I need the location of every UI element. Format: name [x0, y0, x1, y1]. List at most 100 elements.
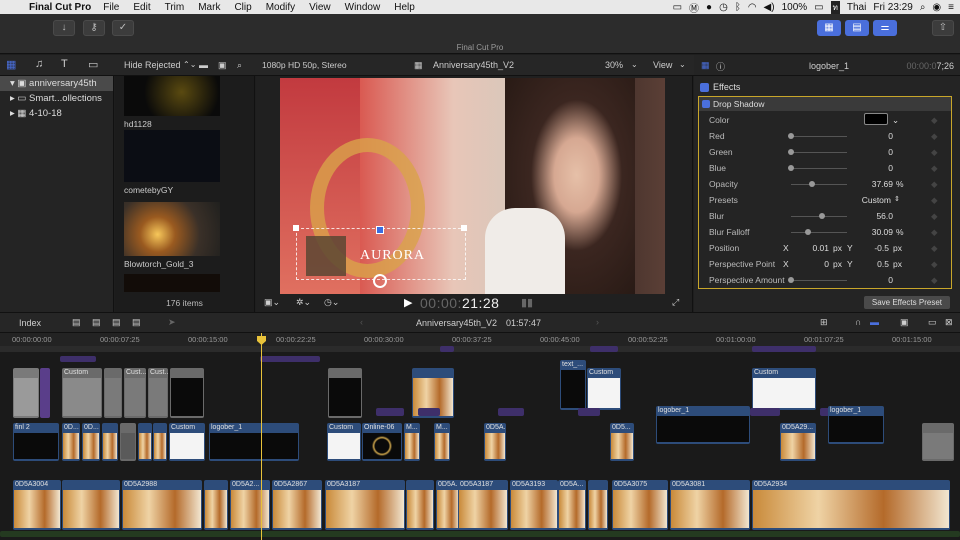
slider-knob[interactable] [788, 277, 794, 283]
notification-center-icon[interactable]: ≡ [948, 2, 954, 13]
timeline-clip[interactable] [153, 423, 167, 461]
timeline-clip[interactable]: M... [434, 423, 450, 461]
param-slider[interactable] [788, 165, 847, 171]
video-inspector-icon[interactable]: ▦ [701, 60, 710, 71]
timeline-clip[interactable] [170, 368, 204, 418]
param-slider[interactable] [788, 149, 847, 155]
menu-window[interactable]: Window [345, 2, 381, 13]
timeline-clip[interactable]: 0D5A3187 [325, 480, 405, 530]
browser-clip[interactable]: cometebyGY [124, 130, 220, 195]
photos-audio-icon[interactable]: ♫ [35, 58, 43, 70]
keywords-button[interactable]: ⚷ [83, 20, 105, 36]
battery-percent[interactable]: 100% [782, 2, 808, 13]
timeline-clip[interactable] [104, 368, 122, 418]
overwrite-clip-icon[interactable]: ▤ [132, 317, 141, 328]
timeline-clip[interactable]: 0D5A... [484, 423, 506, 461]
anchor-point-icon[interactable] [373, 274, 387, 288]
show-inspector-toggle[interactable]: ⚌ [873, 20, 897, 36]
timeline-clip[interactable] [328, 368, 362, 418]
storyline-bar[interactable] [752, 346, 816, 352]
timeline-clip[interactable]: 0D5A... [436, 480, 460, 530]
title-bar[interactable] [418, 408, 440, 416]
timeline-clip[interactable]: 0D5A29... [780, 423, 816, 461]
wifi-icon[interactable]: ◠ [748, 2, 757, 13]
timeline-clip[interactable] [13, 368, 39, 418]
libraries-icon[interactable]: ▦ [6, 58, 16, 71]
clip-appearance-icon[interactable]: ▣ [218, 60, 227, 71]
param-value-field[interactable]: 0 [849, 275, 893, 285]
timeline-clip[interactable]: 0D... [62, 423, 80, 461]
storyline-bar[interactable] [260, 356, 320, 362]
clip-thumbnail[interactable] [124, 76, 220, 116]
transform-handle[interactable] [293, 225, 299, 231]
skimming-icon[interactable]: ▬ [870, 317, 879, 327]
display-icon[interactable]: ▭ [673, 2, 682, 13]
search-icon[interactable]: ⌕ [237, 60, 242, 71]
library-item[interactable]: ▾ ▣ anniversary45th [0, 76, 113, 91]
title-bar[interactable] [578, 408, 600, 416]
timeline-clip[interactable]: 0D5A2867 [272, 480, 322, 530]
param-x-field[interactable]: 0.01 [799, 243, 829, 253]
input-source-icon[interactable]: ท [830, 0, 840, 14]
timeline-clip[interactable]: Custom [169, 423, 205, 461]
timeline-clip[interactable]: finl 2 [13, 423, 59, 461]
timeline-clip[interactable]: 0D5A... [558, 480, 586, 530]
show-timeline-toggle[interactable]: ▤ [845, 20, 869, 36]
share-button[interactable]: ⇧ [932, 20, 954, 36]
timeline-clip[interactable] [40, 368, 50, 418]
line-icon[interactable]: ● [706, 2, 712, 13]
clip-thumbnail[interactable] [124, 202, 220, 256]
timeline-clip[interactable]: Online-06 [362, 423, 402, 461]
timeline-clip[interactable] [588, 480, 608, 530]
browser-clip[interactable]: Blowtorch_Gold_3 [124, 202, 220, 269]
save-effects-preset-button[interactable]: Save Effects Preset [863, 296, 950, 309]
snapping-icon[interactable]: ⊞ [820, 317, 828, 328]
timeline-clip[interactable]: 0D... [82, 423, 100, 461]
timeline-clip[interactable]: 0D5A3187 [458, 480, 508, 530]
select-tool-icon[interactable]: ➤ [168, 317, 176, 328]
time-machine-icon[interactable]: ◷ [719, 2, 728, 13]
param-slider[interactable] [788, 133, 847, 139]
param-slider[interactable] [791, 213, 847, 219]
timeline-clip[interactable] [62, 480, 120, 530]
param-slider[interactable] [791, 229, 847, 235]
menu-view[interactable]: View [309, 2, 331, 13]
zoom-dropdown[interactable]: 30% [605, 60, 623, 70]
titles-generators-icon[interactable]: T [61, 58, 68, 70]
timeline-clip[interactable]: 0D5A2934 [752, 480, 950, 530]
storyline-bar[interactable] [60, 356, 96, 362]
clock[interactable]: Fri 23:29 [873, 2, 912, 13]
menu-edit[interactable]: Edit [133, 2, 150, 13]
clip-thumbnail[interactable] [124, 274, 220, 292]
param-value-field[interactable]: 56.0 [849, 211, 893, 221]
menu-mark[interactable]: Mark [198, 2, 220, 13]
effect-checkbox[interactable] [702, 100, 710, 108]
background-tasks-button[interactable]: ✓ [112, 20, 134, 36]
timeline-clip[interactable]: 0D5A3004 [13, 480, 61, 530]
audio-track[interactable] [0, 531, 960, 537]
timeline-clip[interactable]: 0D5A2... [230, 480, 270, 530]
playhead[interactable] [261, 333, 262, 540]
timeline-clip[interactable]: 0D5... [610, 423, 634, 461]
timeline-clip[interactable] [138, 423, 152, 461]
speed-icon[interactable]: ◷⌄ [324, 297, 339, 308]
bluetooth-icon[interactable]: ᛒ [735, 2, 741, 13]
slider-knob[interactable] [788, 149, 794, 155]
transform-handle[interactable] [461, 225, 467, 231]
timeline-clip[interactable]: 0D5A3081 [670, 480, 750, 530]
timeline-clip[interactable]: Cust... [148, 368, 168, 418]
storyline-bar[interactable] [440, 346, 454, 352]
transform-tool-icon[interactable]: ▣⌄ [264, 297, 280, 308]
timeline-ruler[interactable]: 00:00:00:00 00:00:07:25 00:00:15:00 00:00:2… [0, 333, 960, 346]
timeline-clip[interactable] [922, 423, 954, 461]
presets-field[interactable]: Custom [839, 195, 891, 205]
timeline-clip[interactable]: Custom [752, 368, 816, 410]
filmstrip-view-icon[interactable]: ▬ [199, 60, 208, 70]
timeline-clip[interactable]: text_... [560, 360, 586, 410]
clip-appearance-icon[interactable]: ▣ [900, 317, 909, 328]
timeline-clip[interactable]: Custom [587, 368, 621, 410]
browser-clip[interactable]: hd1128 [124, 76, 220, 129]
show-libraries-toggle[interactable]: ▦ [817, 20, 841, 36]
malwarebytes-icon[interactable]: Ⓜ [689, 0, 699, 15]
sidebar-item-event[interactable]: ▸ ▦ 4-10-18 [0, 106, 113, 121]
